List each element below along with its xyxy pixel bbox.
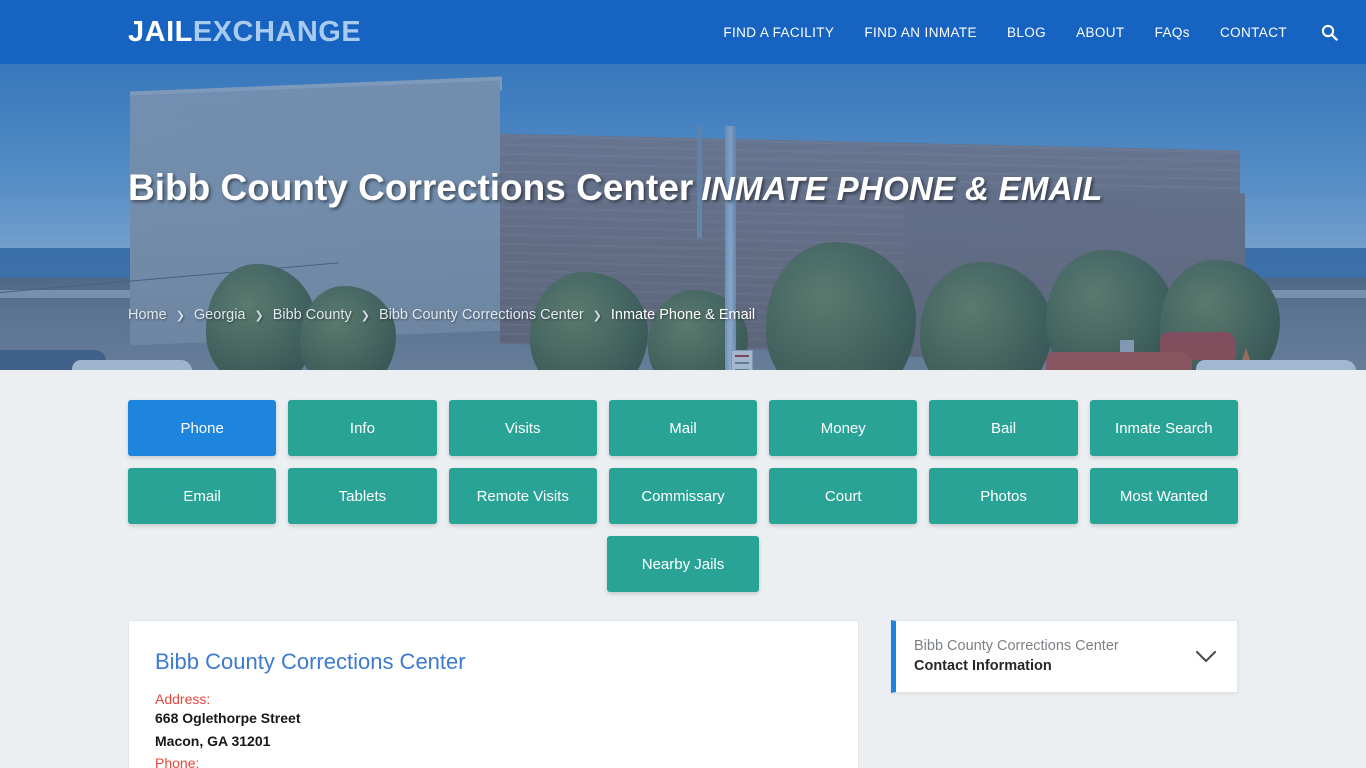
breadcrumb-item-georgia[interactable]: Georgia — [194, 307, 246, 323]
section-button-tablets[interactable]: Tablets — [288, 468, 437, 524]
breadcrumb: Home ❯ Georgia ❯ Bibb County ❯ Bibb Coun… — [128, 307, 755, 323]
section-button-remote-visits[interactable]: Remote Visits — [448, 468, 597, 524]
chevron-down-icon[interactable] — [1193, 650, 1219, 663]
nav-item-contact[interactable]: CONTACT — [1220, 25, 1287, 40]
section-button-money[interactable]: Money — [769, 400, 918, 456]
breadcrumb-item-facility[interactable]: Bibb County Corrections Center — [379, 307, 584, 323]
logo-part-one: JAIL — [128, 15, 193, 48]
page-title: Bibb County Corrections Center INMATE PHO… — [128, 167, 1103, 209]
address-line-1: 668 Oglethorpe Street — [155, 710, 301, 726]
section-button-phone[interactable]: Phone — [128, 400, 277, 456]
site-header: JAILEXCHANGE FIND A FACILITY FIND AN INM… — [0, 0, 1366, 64]
breadcrumb-item-current: Inmate Phone & Email — [610, 307, 756, 323]
section-nav-row-2: Email Tablets Remote Visits Commissary C… — [128, 468, 1238, 524]
section-button-commissary[interactable]: Commissary — [608, 468, 758, 524]
contact-card-facility-name: Bibb County Corrections Center — [914, 638, 1119, 654]
section-button-nearby-jails[interactable]: Nearby Jails — [607, 536, 759, 592]
section-button-info[interactable]: Info — [288, 400, 437, 456]
contact-information-accordion[interactable]: Bibb County Corrections Center Contact I… — [891, 620, 1238, 694]
section-nav-row-3: Nearby Jails — [128, 536, 1238, 592]
page-title-main: Bibb County Corrections Center — [128, 167, 694, 208]
logo-part-two: EXCHANGE — [192, 15, 362, 48]
contact-card-heading: Contact Information — [914, 657, 1052, 674]
section-nav-row-1: Phone Info Visits Mail Money Bail Inmate… — [128, 400, 1238, 456]
breadcrumb-separator-icon: ❯ — [254, 309, 264, 322]
search-icon[interactable] — [1321, 24, 1338, 41]
section-button-inmate-search[interactable]: Inmate Search — [1089, 400, 1238, 456]
nav-item-faqs[interactable]: FAQs — [1155, 25, 1190, 40]
section-button-most-wanted[interactable]: Most Wanted — [1089, 468, 1238, 524]
breadcrumb-separator-icon: ❯ — [360, 309, 370, 322]
section-button-email[interactable]: Email — [128, 468, 277, 524]
phone-label: Phone: — [155, 755, 200, 768]
breadcrumb-item-home[interactable]: Home — [128, 307, 167, 323]
page-title-subtitle: INMATE PHONE & EMAIL — [701, 170, 1103, 207]
nav-item-find-an-inmate[interactable]: FIND AN INMATE — [864, 25, 977, 40]
sidebar: Bibb County Corrections Center Contact I… — [891, 620, 1238, 694]
nav-item-about[interactable]: ABOUT — [1076, 25, 1125, 40]
breadcrumb-item-bibb-county[interactable]: Bibb County — [273, 307, 352, 323]
nav-item-find-a-facility[interactable]: FIND A FACILITY — [723, 25, 834, 40]
section-button-court[interactable]: Court — [769, 468, 918, 524]
section-button-mail[interactable]: Mail — [608, 400, 758, 456]
main-navigation: FIND A FACILITY FIND AN INMATE BLOG ABOU… — [723, 24, 1338, 41]
facility-section-nav: Phone Info Visits Mail Money Bail Inmate… — [0, 370, 1366, 592]
facility-name-link[interactable]: Bibb County Corrections Center — [155, 649, 832, 675]
section-button-visits[interactable]: Visits — [448, 400, 597, 456]
section-button-photos[interactable]: Photos — [929, 468, 1078, 524]
breadcrumb-separator-icon: ❯ — [592, 309, 602, 322]
section-button-bail[interactable]: Bail — [929, 400, 1078, 456]
nav-item-blog[interactable]: BLOG — [1007, 25, 1046, 40]
facility-details-card: Bibb County Corrections Center Address: … — [128, 620, 859, 768]
main-content: Bibb County Corrections Center Address: … — [128, 620, 1238, 768]
site-logo[interactable]: JAILEXCHANGE — [128, 15, 362, 48]
hero-banner: Bibb County Corrections Center INMATE PHO… — [0, 64, 1366, 370]
breadcrumb-separator-icon: ❯ — [175, 309, 185, 322]
address-line-2: Macon, GA 31201 — [155, 733, 271, 750]
address-label: Address: — [155, 691, 211, 707]
